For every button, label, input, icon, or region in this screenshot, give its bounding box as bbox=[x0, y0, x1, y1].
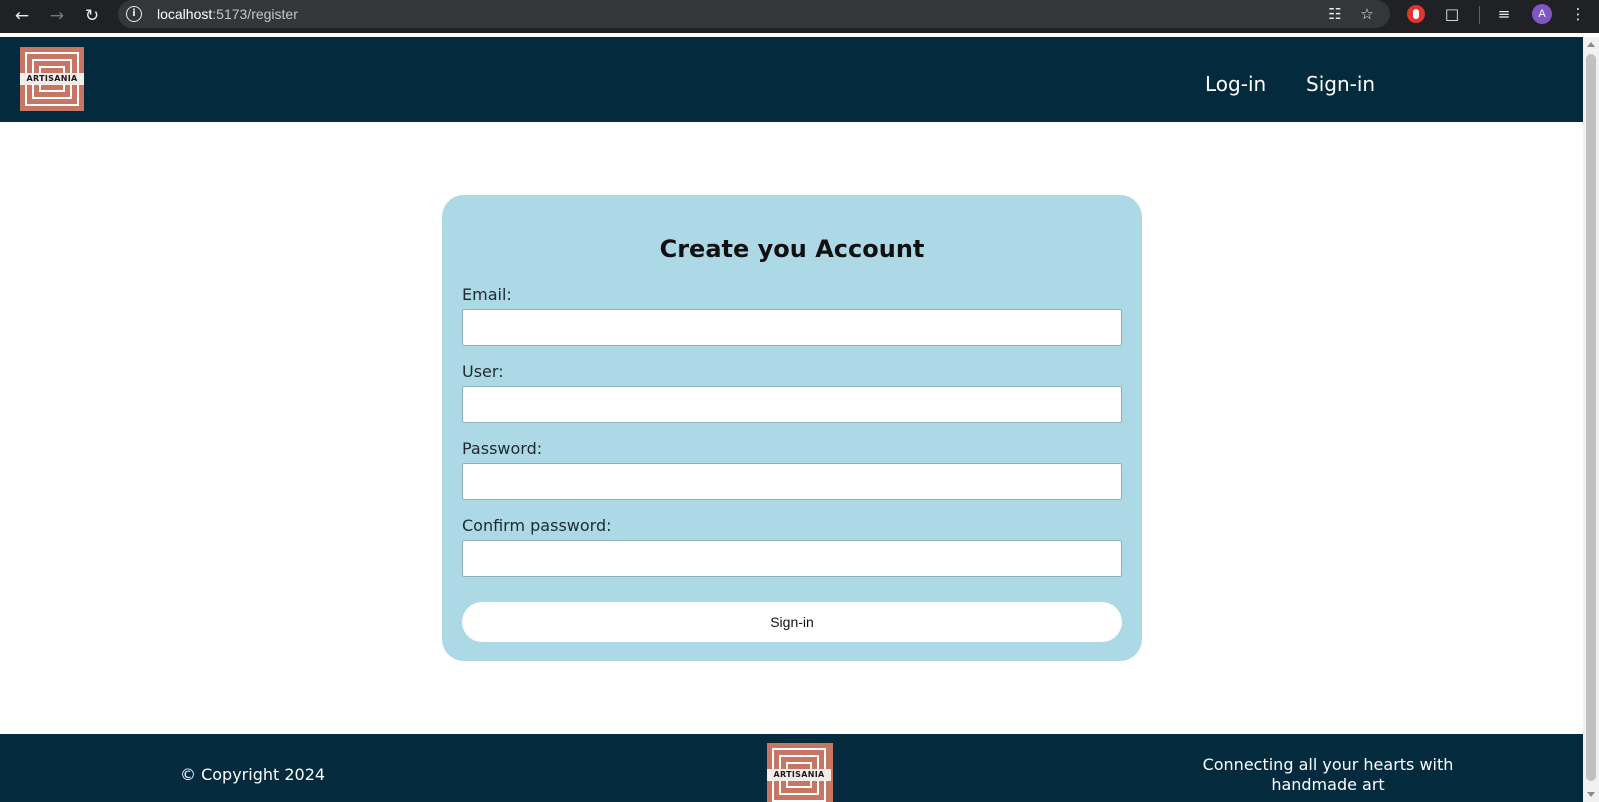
menu-icon[interactable]: ⋮ bbox=[1568, 4, 1588, 24]
footer-logo-text: ARTISANIA bbox=[773, 770, 825, 779]
nav-login-link[interactable]: Log-in bbox=[1205, 72, 1266, 96]
password-input[interactable] bbox=[462, 463, 1122, 500]
profile-avatar[interactable]: A bbox=[1532, 4, 1552, 24]
artisania-logo[interactable]: ARTISANIA bbox=[20, 47, 84, 111]
page-scrollbar[interactable] bbox=[1583, 37, 1599, 802]
scroll-thumb[interactable] bbox=[1586, 54, 1596, 781]
info-icon[interactable]: i bbox=[126, 6, 142, 22]
puzzle-icon[interactable]: □ bbox=[1442, 4, 1462, 24]
sign-in-button[interactable]: Sign-in bbox=[462, 602, 1122, 642]
scroll-down-icon[interactable] bbox=[1587, 792, 1595, 797]
user-input[interactable] bbox=[462, 386, 1122, 423]
toolbar-separator bbox=[1479, 6, 1480, 24]
nav-signin-link[interactable]: Sign-in bbox=[1306, 72, 1375, 96]
url-text[interactable]: localhost:5173/register bbox=[157, 6, 298, 22]
site-footer: © Copyright 2024 ARTISANIA Connecting al… bbox=[0, 734, 1583, 802]
footer-logo: ARTISANIA bbox=[767, 743, 833, 802]
media-icon[interactable]: ≡ bbox=[1494, 4, 1514, 24]
extension-icon[interactable] bbox=[1407, 5, 1425, 23]
url-path: :5173/register bbox=[212, 6, 298, 22]
copyright-text: © Copyright 2024 bbox=[180, 765, 326, 784]
form-title: Create you Account bbox=[659, 235, 925, 263]
confirm-password-input[interactable] bbox=[462, 540, 1122, 577]
star-icon[interactable]: ☆ bbox=[1357, 4, 1377, 24]
confirm-password-label: Confirm password: bbox=[462, 516, 612, 535]
reload-icon[interactable]: ↻ bbox=[80, 4, 104, 28]
scroll-up-icon[interactable] bbox=[1587, 42, 1595, 47]
site-header: ARTISANIA Log-in Sign-in bbox=[0, 37, 1583, 122]
tagline-text: Connecting all your hearts with handmade… bbox=[1202, 755, 1454, 794]
logo-text: ARTISANIA bbox=[26, 74, 78, 83]
address-bar[interactable]: i localhost:5173/register ☷ ☆ bbox=[118, 0, 1390, 28]
url-host: localhost bbox=[157, 6, 213, 22]
back-icon[interactable]: ← bbox=[10, 4, 34, 28]
email-label: Email: bbox=[462, 285, 512, 304]
register-card: Create you Account Email: User: Password… bbox=[442, 195, 1142, 661]
password-label: Password: bbox=[462, 439, 543, 458]
translate-icon[interactable]: ☷ bbox=[1325, 4, 1345, 24]
forward-icon[interactable]: → bbox=[45, 4, 69, 28]
browser-toolbar: ← → ↻ i localhost:5173/register ☷ ☆ □ ≡ … bbox=[0, 0, 1599, 33]
email-input[interactable] bbox=[462, 309, 1122, 346]
user-label: User: bbox=[462, 362, 504, 381]
